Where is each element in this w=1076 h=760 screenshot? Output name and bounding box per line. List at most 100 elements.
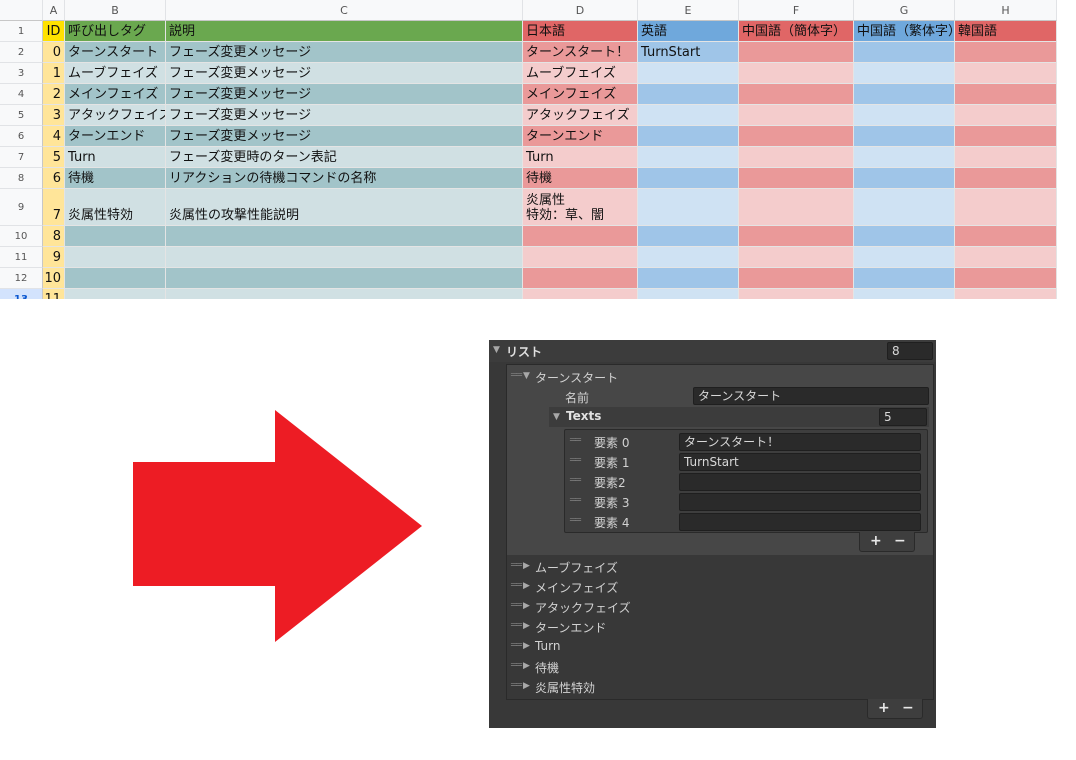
drag-handle-icon[interactable]: ══ [511, 660, 522, 671]
collapsed-triangle-icon[interactable]: ▶ [523, 561, 530, 571]
add-element-button[interactable]: + [870, 533, 882, 549]
drag-handle-icon[interactable]: ══ [570, 495, 581, 506]
id-cell[interactable]: 5 [43, 147, 65, 168]
element-value-field[interactable] [679, 493, 921, 511]
data-cell[interactable]: ターンエンド [523, 126, 638, 147]
data-cell[interactable] [854, 268, 955, 289]
column-header[interactable]: A [43, 0, 65, 21]
expand-triangle-icon[interactable]: ▼ [523, 371, 530, 381]
data-cell[interactable] [638, 105, 739, 126]
data-cell[interactable]: フェーズ変更メッセージ [166, 126, 523, 147]
data-cell[interactable]: 待機 [523, 168, 638, 189]
list-element-collapsed[interactable]: ══ ▶ アタックフェイズ [507, 597, 933, 617]
row-header[interactable]: 1 [0, 21, 43, 42]
collapsed-triangle-icon[interactable]: ▶ [523, 621, 530, 631]
id-cell[interactable]: 2 [43, 84, 65, 105]
drag-handle-icon[interactable]: ══ [511, 560, 522, 571]
data-cell[interactable]: アタックフェイズ [65, 105, 166, 126]
drag-handle-icon[interactable]: ══ [511, 370, 522, 381]
list-element-collapsed[interactable]: ══ ▶ ターンエンド [507, 617, 933, 637]
element-value-field[interactable] [679, 473, 921, 491]
header-cell[interactable]: 日本語 [523, 21, 638, 42]
data-cell[interactable] [955, 84, 1057, 105]
data-cell[interactable]: フェーズ変更時のターン表記 [166, 147, 523, 168]
collapsed-triangle-icon[interactable]: ▶ [523, 641, 530, 651]
data-cell[interactable] [955, 189, 1057, 226]
data-cell[interactable] [638, 247, 739, 268]
collapsed-triangle-icon[interactable]: ▶ [523, 681, 530, 691]
data-cell[interactable] [739, 126, 854, 147]
data-cell[interactable] [739, 289, 854, 299]
data-cell[interactable] [638, 84, 739, 105]
remove-list-item-button[interactable]: − [902, 700, 914, 716]
data-cell[interactable]: TurnStart [638, 42, 739, 63]
data-cell[interactable]: メインフェイズ [65, 84, 166, 105]
remove-element-button[interactable]: − [894, 533, 906, 549]
header-cell[interactable]: 英語 [638, 21, 739, 42]
id-cell[interactable]: 1 [43, 63, 65, 84]
data-cell[interactable]: ターンスタート [65, 42, 166, 63]
column-header[interactable]: E [638, 0, 739, 21]
data-cell[interactable]: フェーズ変更メッセージ [166, 63, 523, 84]
drag-handle-icon[interactable]: ══ [570, 435, 581, 446]
data-cell[interactable] [739, 147, 854, 168]
data-cell[interactable] [638, 189, 739, 226]
data-cell[interactable] [523, 226, 638, 247]
id-cell[interactable]: 6 [43, 168, 65, 189]
add-list-item-button[interactable]: + [878, 700, 890, 716]
data-cell[interactable]: フェーズ変更メッセージ [166, 105, 523, 126]
data-cell[interactable] [638, 268, 739, 289]
row-header[interactable]: 5 [0, 105, 43, 126]
data-cell[interactable] [739, 168, 854, 189]
data-cell[interactable] [955, 289, 1057, 299]
id-cell[interactable]: 0 [43, 42, 65, 63]
data-cell[interactable]: 炎属性の攻撃性能説明 [166, 189, 523, 226]
data-cell[interactable] [739, 247, 854, 268]
row-header[interactable]: 3 [0, 63, 43, 84]
list-size-field[interactable]: 8 [887, 342, 933, 360]
data-cell[interactable] [739, 84, 854, 105]
data-cell[interactable] [739, 226, 854, 247]
data-cell[interactable] [854, 247, 955, 268]
data-cell[interactable] [739, 268, 854, 289]
list-element-collapsed[interactable]: ══ ▶ 炎属性特効 [507, 677, 933, 697]
corner-cell[interactable] [0, 0, 43, 21]
data-cell[interactable] [854, 147, 955, 168]
data-cell[interactable] [638, 147, 739, 168]
list-header[interactable]: ▼ リスト 8 [489, 340, 936, 362]
data-cell[interactable] [638, 289, 739, 299]
row-header[interactable]: 10 [0, 226, 43, 247]
column-header[interactable]: G [854, 0, 955, 21]
list-element-collapsed[interactable]: ══ ▶ Turn [507, 637, 933, 657]
header-cell[interactable]: 説明 [166, 21, 523, 42]
list-element-collapsed[interactable]: ══ ▶ ムーブフェイズ [507, 557, 933, 577]
name-field[interactable]: ターンスタート [693, 387, 929, 405]
expand-triangle-icon[interactable]: ▼ [553, 412, 560, 422]
data-cell[interactable] [166, 247, 523, 268]
id-cell[interactable]: 7 [43, 189, 65, 226]
column-header[interactable]: H [955, 0, 1057, 21]
data-cell[interactable]: Turn [65, 147, 166, 168]
data-cell[interactable] [854, 84, 955, 105]
data-cell[interactable] [739, 105, 854, 126]
drag-handle-icon[interactable]: ══ [570, 515, 581, 526]
data-cell[interactable] [166, 268, 523, 289]
data-cell[interactable] [65, 268, 166, 289]
data-cell[interactable] [955, 268, 1057, 289]
data-cell[interactable] [65, 247, 166, 268]
data-cell[interactable] [854, 289, 955, 299]
data-cell[interactable] [739, 63, 854, 84]
data-cell[interactable]: フェーズ変更メッセージ [166, 84, 523, 105]
row-header[interactable]: 11 [0, 247, 43, 268]
data-cell[interactable] [65, 226, 166, 247]
drag-handle-icon[interactable]: ══ [511, 620, 522, 631]
data-cell[interactable] [955, 126, 1057, 147]
drag-handle-icon[interactable]: ══ [570, 455, 581, 466]
row-header[interactable]: 6 [0, 126, 43, 147]
data-cell[interactable] [638, 168, 739, 189]
data-cell[interactable]: リアクションの待機コマンドの名称 [166, 168, 523, 189]
drag-handle-icon[interactable]: ══ [511, 640, 522, 651]
data-cell[interactable] [166, 289, 523, 299]
data-cell[interactable]: ターンスタート！ [523, 42, 638, 63]
column-header[interactable]: C [166, 0, 523, 21]
